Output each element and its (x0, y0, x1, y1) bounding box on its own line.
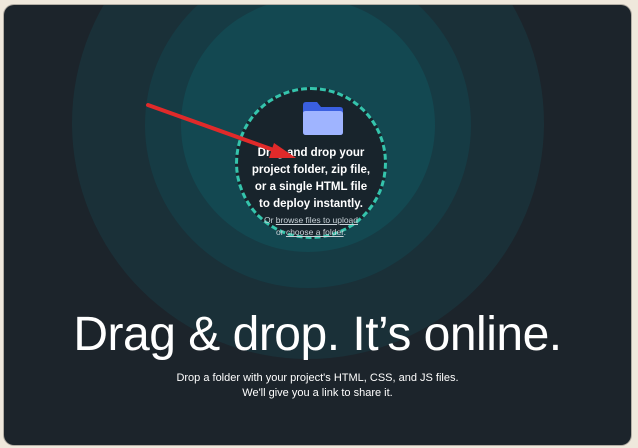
drop-instructions-line: Drag and drop your (257, 147, 365, 159)
deploy-card: Drag and drop your project folder, zip f… (4, 5, 631, 445)
drop-instructions-line: or a single HTML file (254, 181, 368, 193)
or-label: or (276, 227, 284, 237)
folder-icon (303, 102, 343, 135)
drop-instructions-line: to deploy instantly. (259, 198, 363, 210)
page-headline: Drag & drop. It’s online. (73, 308, 562, 361)
drop-instructions: Drag and drop your project folder, zip f… (250, 145, 372, 213)
subtext-line: We'll give you a link to share it. (242, 387, 393, 399)
upload-options: Or browse files to upload or choose a fo… (250, 214, 372, 238)
drop-instructions-line: project folder, zip file, (251, 164, 371, 176)
page-subtext: Drop a folder with your project's HTML, … (4, 371, 631, 401)
period: . (343, 227, 346, 237)
or-label: Or (263, 215, 274, 225)
choose-folder-link[interactable]: choose a folder (286, 227, 344, 237)
browse-files-link[interactable]: browse files to upload (276, 215, 358, 225)
subtext-line: Drop a folder with your project's HTML, … (176, 372, 459, 384)
